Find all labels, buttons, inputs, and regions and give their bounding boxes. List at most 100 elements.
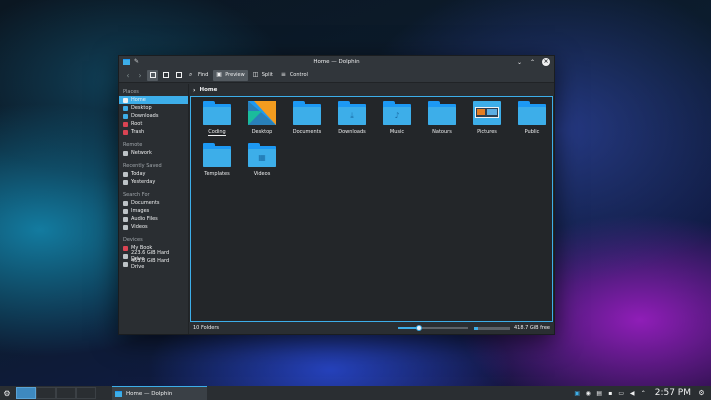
- search-icon: ⌕: [189, 71, 193, 78]
- calendar-icon: [123, 171, 128, 177]
- folder-videos[interactable]: ▦ Videos: [242, 143, 282, 177]
- breadcrumb-home[interactable]: Home: [199, 87, 217, 93]
- file-label: Natours: [432, 129, 452, 135]
- minimize-chevron-icon[interactable]: ⌄: [516, 59, 523, 66]
- file-label: Documents: [292, 129, 322, 135]
- folder-templates[interactable]: Templates: [197, 143, 237, 177]
- sidebar-item-label: Root: [131, 121, 143, 127]
- taskbar: ⚙ Home — Dolphin ▣ ◉ ▤ ▪ ▭ ◀ ⌃ 2:57 PM ⚙: [0, 386, 711, 400]
- task-dolphin[interactable]: Home — Dolphin: [112, 386, 207, 400]
- sidebar-item-label: Desktop: [131, 105, 152, 111]
- folder-desktop[interactable]: Desktop: [242, 101, 282, 135]
- sidebar-item-label: 465.8 GiB Hard Drive: [131, 258, 170, 270]
- volume-icon[interactable]: ◀: [629, 390, 636, 397]
- file-label: Coding: [208, 129, 226, 136]
- sidebar-item-label: Home: [131, 97, 146, 103]
- file-label: Downloads: [338, 129, 366, 135]
- virtual-desktop-pager[interactable]: [16, 387, 96, 399]
- details-view-button[interactable]: [173, 70, 184, 81]
- desktop-1[interactable]: [16, 387, 36, 399]
- back-arrow-icon[interactable]: ‹: [123, 70, 133, 81]
- forward-arrow-icon[interactable]: ›: [135, 70, 145, 81]
- zoom-slider-handle[interactable]: [415, 325, 422, 331]
- find-button[interactable]: ⌕ Find: [186, 70, 211, 81]
- sidebar-item-root[interactable]: Root: [119, 120, 188, 128]
- preview-button[interactable]: ▣ Preview: [213, 69, 248, 81]
- breadcrumb[interactable]: › Home: [189, 84, 554, 96]
- close-button[interactable]: ×: [542, 58, 550, 66]
- desktop-2[interactable]: [36, 387, 56, 399]
- hard-drive-icon: [123, 261, 128, 267]
- folder-public[interactable]: Public: [512, 101, 552, 135]
- sidebar-item-desktop[interactable]: Desktop: [119, 104, 188, 112]
- split-button[interactable]: ◫ Split: [250, 70, 276, 81]
- sidebar-item-audio-files[interactable]: Audio Files: [119, 215, 188, 223]
- sidebar-item-drive-2[interactable]: 465.8 GiB Hard Drive: [119, 258, 188, 270]
- hard-drive-icon: [123, 253, 128, 259]
- search-section-title: Search For: [123, 192, 150, 198]
- folder-pictures[interactable]: Pictures: [467, 101, 507, 135]
- title-bar[interactable]: ✎ Home — Dolphin ⌄ ⌃ ×: [119, 56, 554, 68]
- sidebar-item-today[interactable]: Today: [119, 170, 188, 178]
- breadcrumb-arrow-icon[interactable]: ›: [193, 87, 195, 94]
- icons-view-button[interactable]: [147, 69, 158, 81]
- pictures-folder-icon: [473, 101, 501, 125]
- compact-view-button[interactable]: [160, 70, 171, 81]
- network-icon[interactable]: ▭: [618, 390, 625, 397]
- file-label: Public: [524, 129, 540, 135]
- folder-downloads[interactable]: ⤓ Downloads: [332, 101, 372, 135]
- desktop-3[interactable]: [56, 387, 76, 399]
- zoom-slider[interactable]: [397, 325, 468, 331]
- main-view-pane: › Home Coding Desktop Documents ⤓ Downlo…: [189, 84, 554, 334]
- task-label: Home — Dolphin: [126, 390, 173, 397]
- sidebar-item-trash[interactable]: Trash: [119, 128, 188, 136]
- sidebar-item-documents[interactable]: Documents: [119, 199, 188, 207]
- image-icon: [123, 208, 128, 214]
- split-label: Split: [261, 72, 273, 78]
- downloads-icon: [123, 113, 128, 119]
- sidebar-item-label: Audio Files: [131, 216, 158, 222]
- application-launcher-icon[interactable]: ⚙: [0, 386, 14, 400]
- file-label: Music: [389, 129, 405, 135]
- sidebar-item-images[interactable]: Images: [119, 207, 188, 215]
- places-section-title: Places: [123, 89, 139, 95]
- network-icon: [123, 150, 128, 156]
- file-label: Desktop: [251, 129, 273, 135]
- audio-icon: [123, 216, 128, 222]
- folder-documents[interactable]: Documents: [287, 101, 327, 135]
- kde-connect-icon[interactable]: ◉: [585, 390, 592, 397]
- control-button[interactable]: ≡ Control: [278, 70, 311, 81]
- recent-section-title: Recently Saved: [123, 163, 162, 169]
- folder-music[interactable]: ♪ Music: [377, 101, 417, 135]
- file-label: Templates: [204, 171, 230, 177]
- folder-app-icon[interactable]: [123, 59, 130, 65]
- desktop-4[interactable]: [76, 387, 96, 399]
- pin-icon[interactable]: ✎: [134, 59, 140, 65]
- sidebar-item-network[interactable]: Network: [119, 149, 188, 157]
- preview-icon: ▣: [216, 71, 222, 78]
- clock[interactable]: 2:57 PM: [655, 388, 691, 398]
- window-title: Home — Dolphin: [313, 59, 360, 65]
- maximize-chevron-icon[interactable]: ⌃: [529, 59, 536, 66]
- sidebar-item-downloads[interactable]: Downloads: [119, 112, 188, 120]
- clipboard-icon[interactable]: ▤: [596, 390, 603, 397]
- expand-tray-icon[interactable]: ⌃: [640, 390, 647, 397]
- panel-settings-icon[interactable]: ⚙: [698, 389, 705, 397]
- folder-natours[interactable]: Natours: [422, 101, 462, 135]
- sidebar-item-label: Documents: [131, 200, 160, 206]
- notifications-icon[interactable]: ▣: [574, 390, 581, 397]
- system-tray: ▣ ◉ ▤ ▪ ▭ ◀ ⌃ 2:57 PM ⚙: [574, 388, 711, 398]
- dolphin-task-icon: [115, 390, 122, 397]
- sidebar-item-label: Trash: [131, 129, 145, 135]
- devices-section-title: Devices: [123, 237, 143, 243]
- file-view[interactable]: Coding Desktop Documents ⤓ Downloads ♪ M…: [190, 96, 553, 322]
- lock-icon[interactable]: ▪: [607, 390, 614, 397]
- desktop-icon: [123, 105, 128, 111]
- sidebar-item-label: Network: [131, 150, 152, 156]
- sidebar-item-videos[interactable]: Videos: [119, 223, 188, 231]
- folder-coding[interactable]: Coding: [197, 101, 237, 136]
- music-folder-icon: ♪: [383, 101, 411, 125]
- sidebar-item-yesterday[interactable]: Yesterday: [119, 178, 188, 186]
- sidebar-item-home[interactable]: Home: [119, 96, 188, 104]
- home-icon: [123, 97, 128, 103]
